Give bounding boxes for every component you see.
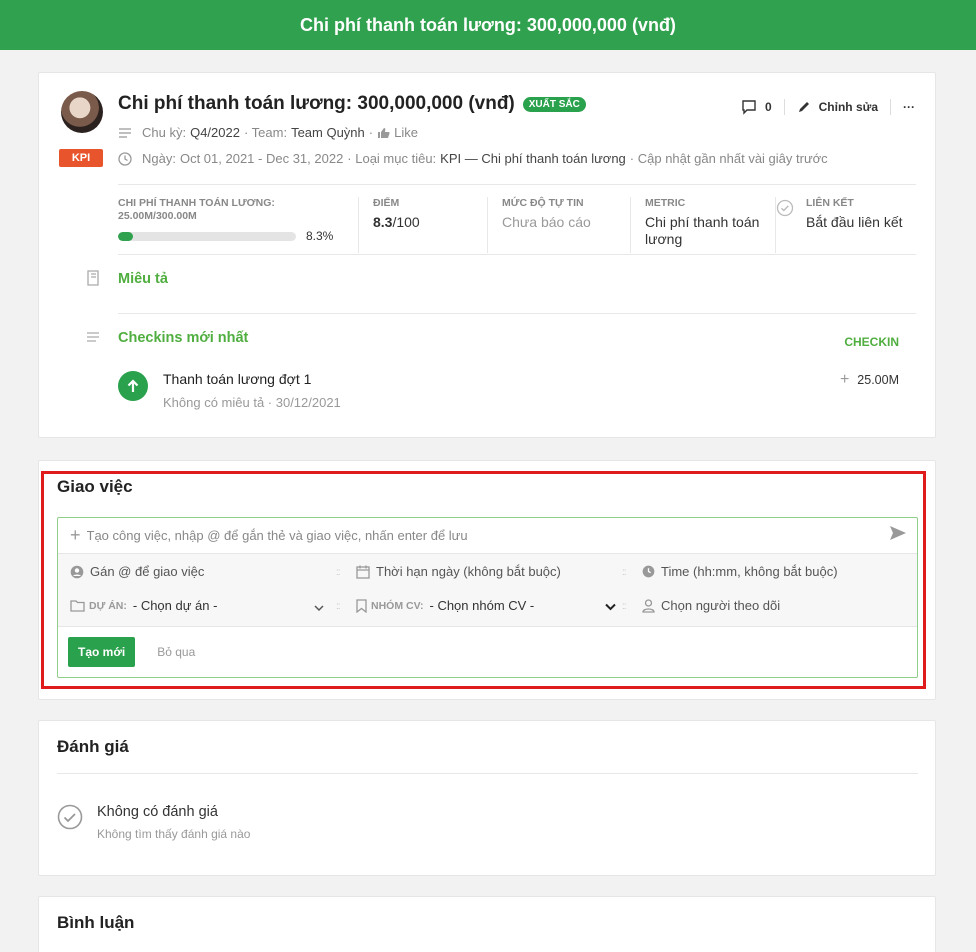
pencil-icon[interactable]: [797, 100, 811, 114]
kpi-meta-date: Ngày: Oct 01, 2021 - Dec 31, 2022 · Loại…: [118, 151, 828, 166]
checkin-item-amount: + 25.00M: [840, 371, 899, 389]
check-circle-icon: [57, 804, 83, 835]
highlight-box: [41, 471, 926, 689]
stat-metric-value: Chi phí thanh toán lương: [645, 214, 760, 247]
rating-badge: XUẤT SẮC: [522, 96, 586, 112]
thumbs-up-icon[interactable]: [377, 127, 390, 139]
arrow-up-icon: [118, 371, 148, 401]
review-card: Đánh giá Không có đánh giá Không tìm thấ…: [38, 720, 936, 876]
review-empty-title: Không có đánh giá: [97, 804, 218, 820]
clock-icon: [118, 151, 132, 166]
review-empty-sub: Không tìm thấy đánh giá nào: [97, 827, 251, 841]
divider: [118, 313, 916, 314]
list-icon: [118, 127, 132, 139]
updated-text: · Cập nhật gần nhất vài giây trước: [629, 151, 828, 166]
notebook-icon: [86, 270, 100, 291]
divider: [890, 99, 891, 115]
stat-link-label: LIÊN KẾT: [806, 197, 854, 209]
goal-type-label: · Loại mục tiêu:: [347, 151, 437, 166]
comment-icon[interactable]: [741, 99, 757, 115]
date-value: Oct 01, 2021 - Dec 31, 2022: [179, 151, 344, 166]
kpi-type-badge: KPI: [59, 149, 103, 167]
kpi-meta-cycle: Chu kỳ: Q4/2022 · Team: Team Quỳnh · Lik…: [118, 125, 418, 140]
stat-confidence: MỨC ĐỘ TỰ TIN Chưa báo cáo: [487, 197, 630, 253]
comment-count[interactable]: 0: [765, 100, 772, 114]
kpi-title: Chi phí thanh toán lương: 300,000,000 (v…: [118, 93, 586, 115]
check-circle-icon: [776, 199, 794, 217]
start-link-button[interactable]: Bắt đầu liên kết: [806, 214, 916, 231]
review-title: Đánh giá: [57, 737, 129, 756]
stat-cost: CHI PHÍ THANH TOÁN LƯƠNG: 25.00M/300.00M…: [118, 197, 358, 253]
goal-type-value[interactable]: KPI — Chi phí thanh toán lương: [440, 151, 626, 166]
stat-metric: METRIC Chi phí thanh toán lương: [630, 197, 775, 253]
team-value[interactable]: Team Quỳnh: [291, 125, 365, 140]
edit-button[interactable]: Chỉnh sửa: [819, 100, 878, 114]
checkin-item-sub: Không có miêu tả · 30/12/2021: [163, 395, 341, 410]
divider: [783, 99, 785, 115]
kpi-card: KPI Chi phí thanh toán lương: 300,000,00…: [38, 72, 936, 438]
progress-percent: 8.3%: [306, 229, 334, 243]
page-header-title: Chi phí thanh toán lương: 300,000,000 (v…: [300, 14, 676, 35]
stat-score-value: 8.3/100: [373, 214, 420, 230]
cycle-label: Chu kỳ:: [142, 125, 187, 140]
checkin-button[interactable]: CHECKIN: [844, 335, 899, 349]
stat-confidence-label: MỨC ĐỘ TỰ TIN: [502, 197, 584, 209]
stat-link: LIÊN KẾT Bắt đầu liên kết: [775, 197, 916, 253]
stat-score-label: ĐIỂM: [373, 197, 400, 209]
divider: [118, 254, 916, 255]
checkin-amount-value: 25.00M: [857, 373, 899, 387]
checkin-item-title[interactable]: Thanh toán lương đợt 1: [163, 371, 311, 387]
stat-confidence-value[interactable]: Chưa báo cáo: [502, 214, 630, 231]
kpi-title-text: Chi phí thanh toán lương: 300,000,000 (v…: [118, 93, 515, 114]
progress-fill: [118, 231, 133, 241]
date-label: Ngày:: [142, 151, 176, 166]
comments-title: Bình luận: [57, 913, 135, 932]
plus-icon: +: [839, 371, 850, 388]
divider: [118, 184, 916, 185]
avatar[interactable]: [61, 91, 103, 133]
kpi-actions: 0 Chỉnh sửa ···: [741, 99, 915, 115]
list-icon: [86, 330, 100, 348]
divider: [57, 773, 918, 774]
stat-metric-label: METRIC: [645, 197, 686, 209]
stat-cost-label: CHI PHÍ THANH TOÁN LƯƠNG: 25.00M/300.00M: [118, 197, 275, 222]
team-label: · Team:: [243, 125, 288, 140]
comments-card: Bình luận: [38, 896, 936, 952]
kpi-stats: CHI PHÍ THANH TOÁN LƯƠNG: 25.00M/300.00M…: [118, 197, 916, 253]
stat-score: ĐIỂM 8.3/100: [358, 197, 487, 253]
page-header: Chi phí thanh toán lương: 300,000,000 (v…: [0, 0, 976, 50]
progress: 8.3%: [118, 229, 358, 243]
progress-bar: [118, 231, 296, 241]
cycle-value[interactable]: Q4/2022: [190, 125, 240, 140]
description-title[interactable]: Miêu tả: [118, 271, 168, 287]
checkins-title: Checkins mới nhất: [118, 330, 249, 346]
more-options-button[interactable]: ···: [903, 100, 915, 114]
like-button[interactable]: Like: [394, 125, 418, 140]
